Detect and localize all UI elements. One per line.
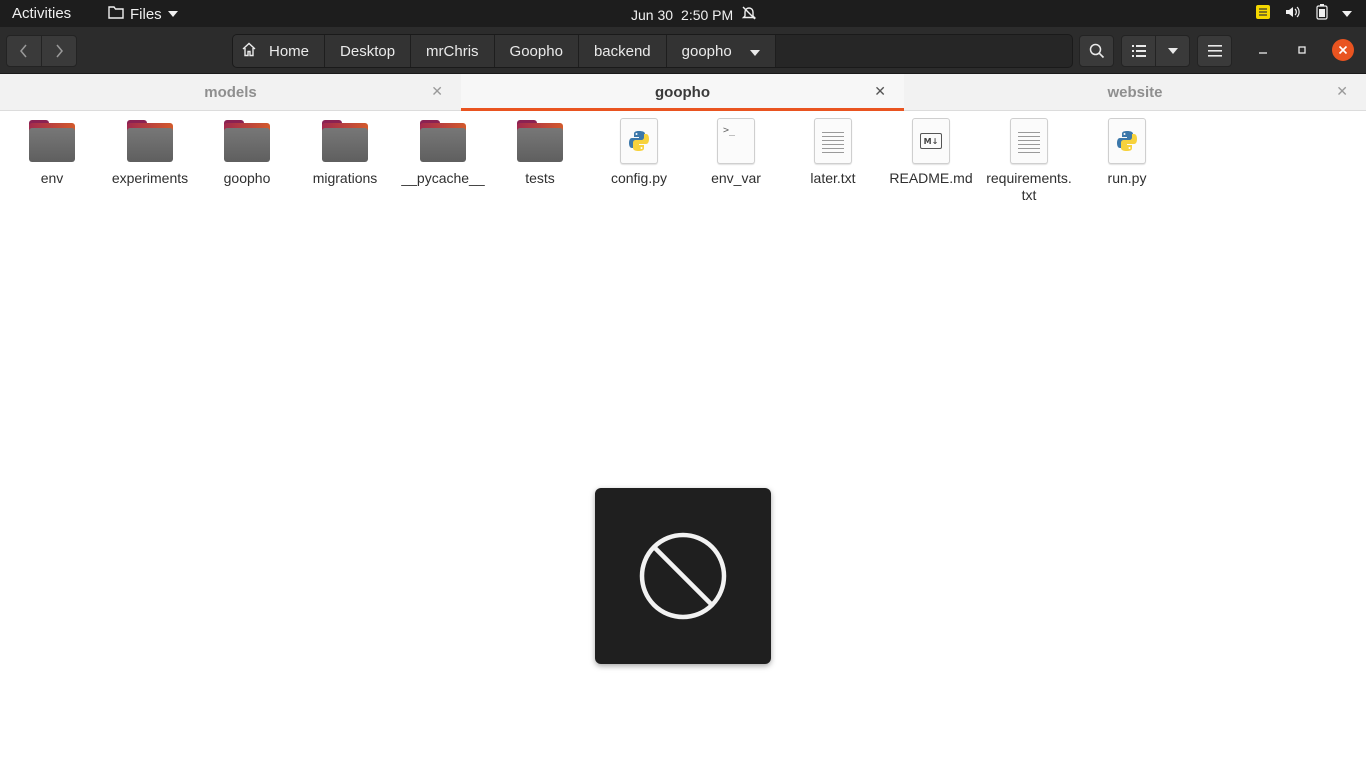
chevron-right-icon bbox=[56, 44, 63, 58]
tab-label: models bbox=[204, 83, 257, 101]
file-name: later.txt bbox=[810, 170, 856, 186]
chevron-left-icon bbox=[20, 44, 27, 58]
time-text: 2:50 PM bbox=[681, 6, 734, 23]
close-icon[interactable]: ✕ bbox=[1336, 83, 1348, 100]
crumb-desktop[interactable]: Desktop bbox=[325, 35, 412, 67]
crumb-label: goopho bbox=[681, 42, 732, 60]
file-name: goopho bbox=[223, 170, 271, 186]
maximize-icon bbox=[1298, 46, 1306, 54]
chevron-down-icon[interactable] bbox=[1342, 11, 1352, 17]
tab-goopho[interactable]: goopho ✕ bbox=[461, 74, 904, 111]
file-item-later-txt[interactable]: later.txt bbox=[785, 116, 881, 187]
crumb-home[interactable]: Home bbox=[233, 35, 326, 67]
file-item-env[interactable]: env bbox=[4, 116, 100, 187]
activities-button[interactable]: Activities bbox=[12, 5, 71, 22]
tab-bar: models ✕ goopho ✕ website ✕ bbox=[0, 74, 1366, 111]
minimize-icon bbox=[1259, 52, 1267, 54]
file-name: requirements.txt bbox=[986, 170, 1072, 203]
tab-website[interactable]: website ✕ bbox=[904, 74, 1366, 110]
view-options-button[interactable] bbox=[1155, 35, 1190, 67]
folder-icon bbox=[420, 120, 466, 164]
battery-icon[interactable] bbox=[1316, 4, 1328, 24]
file-name: env_var bbox=[711, 170, 761, 186]
tab-label: goopho bbox=[655, 83, 710, 101]
folder-icon bbox=[224, 120, 270, 164]
close-icon[interactable]: ✕ bbox=[431, 83, 443, 100]
file-item-goopho[interactable]: goopho bbox=[199, 116, 295, 187]
menu-button[interactable] bbox=[1197, 35, 1232, 67]
chevron-down-icon[interactable] bbox=[749, 43, 760, 60]
file-name: tests bbox=[525, 170, 555, 186]
folder-icon bbox=[108, 5, 124, 23]
date-text: Jun 30 bbox=[631, 6, 674, 23]
clock[interactable]: Jun 30 2:50 PM bbox=[631, 5, 757, 24]
folder-icon bbox=[322, 120, 368, 164]
python-file-icon bbox=[620, 118, 658, 164]
file-name: experiments bbox=[111, 170, 189, 186]
file-name: env bbox=[40, 170, 64, 186]
tab-models[interactable]: models ✕ bbox=[0, 74, 461, 110]
app-name: Files bbox=[130, 5, 162, 23]
crumb-mrchris[interactable]: mrChris bbox=[411, 35, 495, 67]
file-name: migrations bbox=[312, 170, 378, 186]
search-button[interactable] bbox=[1079, 35, 1114, 67]
drop-forbidden-overlay bbox=[595, 488, 771, 664]
file-name: README.md bbox=[889, 170, 973, 186]
text-file-icon bbox=[814, 118, 852, 164]
chevron-down-icon bbox=[167, 11, 178, 17]
file-item-migrations[interactable]: migrations bbox=[297, 116, 393, 187]
file-item-readme-md[interactable]: M↓ README.md bbox=[883, 116, 979, 187]
active-tab-indicator bbox=[461, 108, 904, 111]
file-item-run-py[interactable]: run.py bbox=[1079, 116, 1175, 187]
app-menu[interactable]: Files bbox=[108, 5, 178, 23]
notifications-off-icon bbox=[741, 5, 757, 24]
crumb-goopho[interactable]: Goopho bbox=[494, 35, 579, 67]
forward-button[interactable] bbox=[41, 35, 77, 67]
crumb-backend[interactable]: backend bbox=[578, 35, 667, 67]
list-view-button[interactable] bbox=[1121, 35, 1156, 67]
notes-icon[interactable] bbox=[1256, 5, 1270, 23]
folder-icon bbox=[127, 120, 173, 164]
header-bar: Home Desktop mrChris Goopho backend goop… bbox=[0, 27, 1366, 74]
system-tray[interactable] bbox=[1256, 4, 1352, 24]
crumb-label: Home bbox=[269, 42, 310, 60]
script-file-icon: >_ bbox=[717, 118, 755, 164]
close-icon bbox=[1338, 45, 1348, 55]
path-bar[interactable]: Home Desktop mrChris Goopho backend goop… bbox=[232, 34, 1073, 68]
file-name: __pycache__ bbox=[401, 170, 485, 186]
home-icon bbox=[241, 42, 257, 61]
crumb-current[interactable]: goopho bbox=[666, 35, 776, 67]
hamburger-icon bbox=[1207, 45, 1222, 57]
folder-icon bbox=[29, 120, 75, 164]
file-name: config.py bbox=[610, 170, 668, 186]
file-item-requirements-txt[interactable]: requirements.txt bbox=[981, 116, 1077, 204]
volume-icon[interactable] bbox=[1284, 4, 1302, 24]
file-item-config-py[interactable]: config.py bbox=[591, 116, 687, 187]
close-button[interactable] bbox=[1332, 39, 1354, 61]
file-item-experiments[interactable]: experiments bbox=[102, 116, 198, 187]
close-icon[interactable]: ✕ bbox=[874, 83, 886, 100]
file-item-pycache[interactable]: __pycache__ bbox=[395, 116, 491, 187]
list-view-icon bbox=[1131, 45, 1146, 57]
file-grid: env experiments goopho migrations __pyca… bbox=[4, 116, 1364, 216]
tab-label: website bbox=[1107, 83, 1163, 101]
folder-icon bbox=[517, 120, 563, 164]
python-file-icon bbox=[1108, 118, 1146, 164]
chevron-down-icon bbox=[1167, 48, 1178, 54]
file-name: run.py bbox=[1107, 170, 1147, 186]
maximize-button[interactable] bbox=[1293, 41, 1311, 59]
minimize-button[interactable] bbox=[1254, 41, 1272, 59]
markdown-file-icon: M↓ bbox=[912, 118, 950, 164]
back-button[interactable] bbox=[6, 35, 42, 67]
search-icon bbox=[1089, 43, 1104, 59]
text-file-icon bbox=[1010, 118, 1048, 164]
forbidden-icon bbox=[639, 532, 727, 620]
top-bar: Activities Files Jun 30 2:50 PM bbox=[0, 0, 1366, 27]
file-item-tests[interactable]: tests bbox=[492, 116, 588, 187]
file-item-env-var[interactable]: >_ env_var bbox=[688, 116, 784, 187]
